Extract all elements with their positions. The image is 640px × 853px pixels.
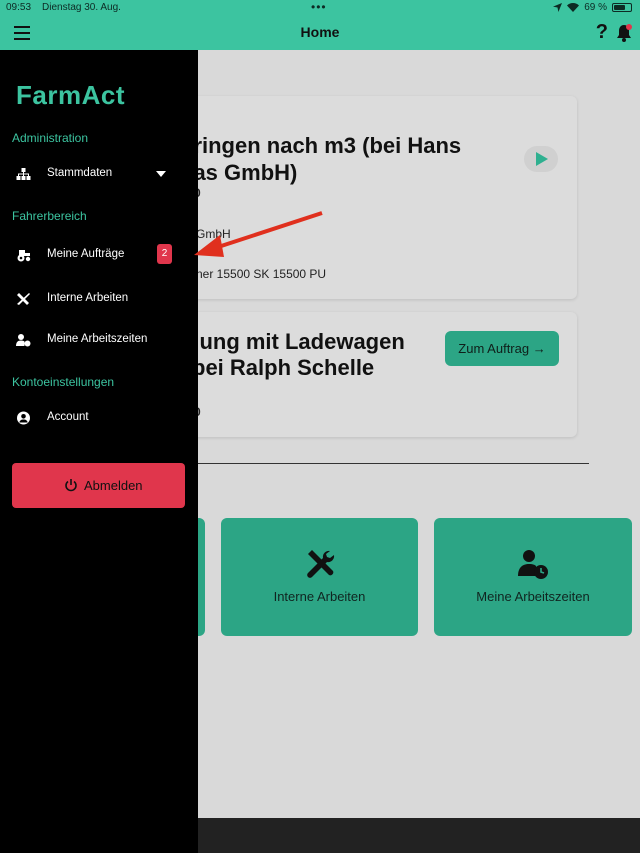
status-date: Dienstag 30. Aug.	[42, 2, 121, 13]
section-kontoeinstellungen: Kontoeinstellungen	[12, 375, 115, 389]
status-time: 09:53	[6, 2, 32, 13]
order-card-1-sub3: ner 15500 SK 15500 PU	[196, 267, 327, 281]
tools-icon	[306, 550, 334, 578]
divider	[150, 463, 589, 464]
sidebar-item-stammdaten[interactable]: Stammdaten	[0, 159, 198, 189]
play-icon[interactable]	[524, 146, 558, 172]
farmact-logo: FarmAct	[16, 80, 125, 110]
status-right: 69 %	[553, 2, 632, 13]
sidebar-item-meine-arbeitszeiten[interactable]: Meine Arbeitszeiten	[0, 325, 198, 355]
battery-icon	[612, 3, 632, 12]
tile-internal-work-label: Interne Arbeiten	[273, 589, 366, 604]
order-card-2-title-line1: gung mit Ladewagen	[186, 329, 405, 354]
sidebar-item-interne-arbeiten[interactable]: Interne Arbeiten	[0, 284, 198, 314]
section-fahrerbereich: Fahrerbereich	[12, 209, 87, 223]
logout-button[interactable]: Abmelden	[12, 463, 185, 508]
user-clock-icon	[518, 550, 548, 579]
sitemap-icon	[16, 168, 31, 180]
multitask-dots[interactable]: •••	[311, 0, 327, 14]
chevron-down-icon[interactable]	[156, 171, 166, 177]
sidebar-item-label: Interne Arbeiten	[47, 292, 129, 304]
wifi-icon	[567, 3, 580, 12]
tile-internal-work[interactable]: Interne Arbeiten	[221, 518, 418, 636]
user-circle-icon	[17, 411, 30, 425]
sidebar-item-label: Stammdaten	[47, 167, 113, 179]
help-icon[interactable]: ?	[596, 21, 608, 44]
power-icon	[65, 479, 77, 492]
tile-working-hours[interactable]: Meine Arbeitszeiten	[434, 518, 632, 636]
sidebar-item-meine-auftraege[interactable]: Meine Aufträge 2	[0, 240, 198, 270]
to-order-button[interactable]: Zum Auftrag →	[445, 331, 559, 366]
location-icon	[553, 3, 563, 12]
orders-count-badge: 2	[157, 244, 172, 264]
user-clock-icon	[16, 334, 31, 347]
order-card-2-title-line2: bei Ralph Schelle	[192, 355, 375, 380]
sidebar-item-account[interactable]: Account	[0, 403, 198, 433]
sidebar-item-label: Meine Aufträge	[47, 248, 125, 260]
sidebar-item-label: Account	[47, 411, 89, 423]
order-card-1-title-line1: bringen nach m3 (bei Hans	[180, 133, 462, 158]
battery-percent: 69 %	[584, 2, 607, 13]
tractor-icon	[17, 250, 31, 262]
sidebar-item-label: Meine Arbeitszeiten	[47, 333, 148, 345]
tile-working-hours-label: Meine Arbeitszeiten	[476, 589, 590, 604]
bell-icon[interactable]	[616, 24, 632, 42]
status-bar: 09:53 Dienstag 30. Aug. ••• 69 %	[0, 0, 640, 16]
logout-label: Abmelden	[84, 478, 143, 493]
page-title: Home	[300, 24, 340, 40]
tools-icon	[17, 293, 30, 305]
annotation-arrow-icon	[194, 211, 323, 257]
top-bar: 09:53 Dienstag 30. Aug. ••• 69 % Home ?	[0, 0, 640, 50]
section-administration: Administration	[12, 131, 89, 145]
